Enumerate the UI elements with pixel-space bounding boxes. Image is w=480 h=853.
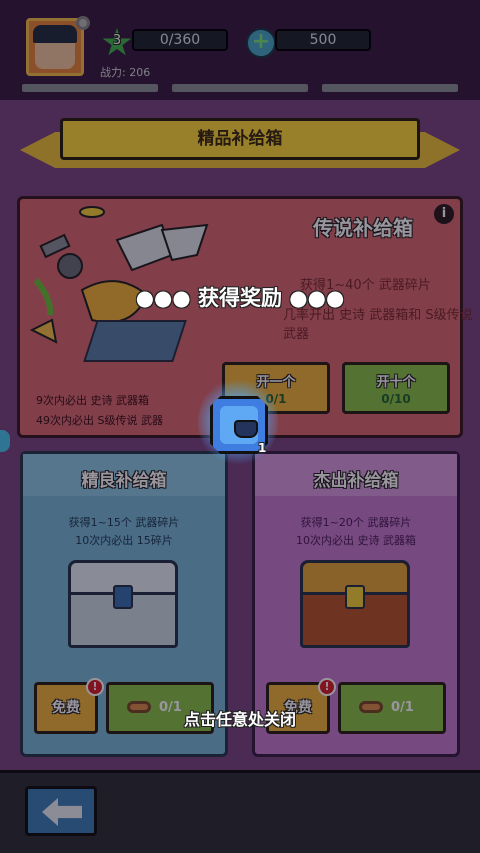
pot-icon (234, 420, 258, 438)
close-hint: 点击任意处关闭 (183, 710, 296, 729)
reward-item-count: 1 (258, 441, 267, 455)
reward-item-inner (220, 406, 258, 444)
reward-title: ●●● 获得奖励 ●●● (135, 286, 345, 310)
